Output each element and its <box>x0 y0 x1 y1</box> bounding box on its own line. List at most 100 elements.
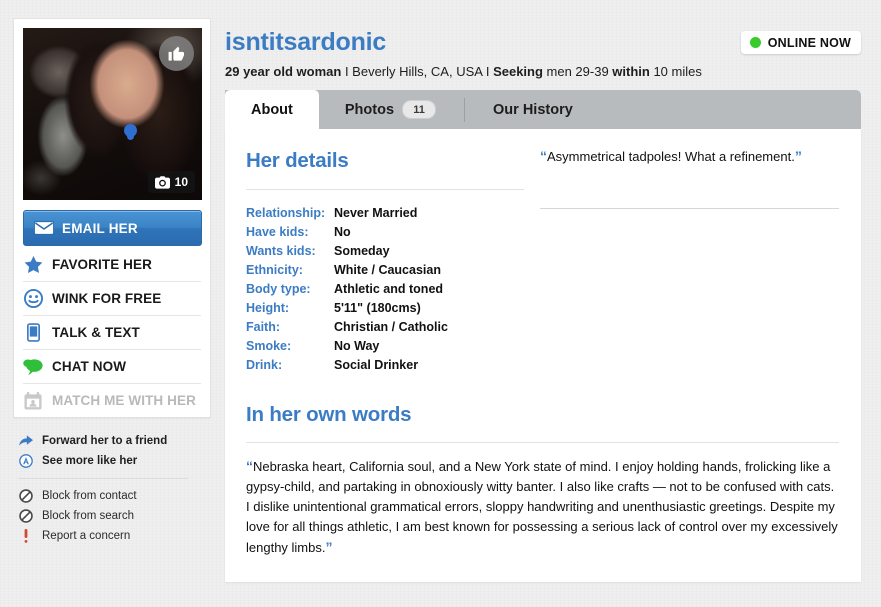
detail-row: Drink: Social Drinker <box>246 356 524 375</box>
sidebar-action-list: FAVORITE HER WINK FOR FREE TALK & TEXT C… <box>23 248 201 417</box>
detail-value: Someday <box>334 244 390 258</box>
subline-sep-2: I <box>482 64 494 79</box>
detail-row: Body type: Athletic and toned <box>246 280 524 299</box>
chat-bubble-icon <box>23 358 43 376</box>
detail-row: Have kids: No <box>246 223 524 242</box>
links-divider <box>18 478 188 479</box>
tab-about-label: About <box>251 101 293 118</box>
match-me-with-her-label: MATCH ME WITH HER <box>52 393 196 408</box>
photo-detail <box>124 124 137 137</box>
headline-quote-text: Asymmetrical tadpoles! What a refinement… <box>547 149 795 164</box>
star-icon <box>23 255 43 274</box>
online-dot-icon <box>749 37 761 48</box>
profile-sidebar: 10 EMAIL HER FAVORITE HER WINK FOR FREE … <box>13 18 211 546</box>
about-panel: Her details Relationship: Never Married … <box>225 129 861 582</box>
about-columns: Her details Relationship: Never Married … <box>246 143 839 375</box>
photo-count-badge[interactable]: 10 <box>147 171 195 193</box>
detail-row: Height: 5'11" (180cms) <box>246 299 524 318</box>
tab-about[interactable]: About <box>225 90 319 129</box>
block-from-contact-label: Block from contact <box>42 490 137 502</box>
block-icon <box>18 489 34 503</box>
headline-quote: “Asymmetrical tadpoles! What a refinemen… <box>540 143 839 166</box>
profile-photo[interactable]: 10 <box>23 28 202 200</box>
profile-subline: 29 year old woman I Beverly Hills, CA, U… <box>225 64 861 79</box>
thumbs-up-icon[interactable] <box>159 36 194 71</box>
detail-value: White / Caucasian <box>334 263 441 277</box>
detail-label: Drink: <box>246 358 283 372</box>
chat-now-label: CHAT NOW <box>52 359 127 374</box>
block-from-search-link[interactable]: Block from search <box>18 506 211 526</box>
talk-and-text-button[interactable]: TALK & TEXT <box>23 316 201 350</box>
bio-text: “Nebraska heart, California soul, and a … <box>246 456 839 558</box>
detail-value: No <box>334 225 351 239</box>
detail-value: Never Married <box>334 206 418 220</box>
camera-icon <box>154 175 170 189</box>
detail-label: Ethnicity: <box>246 263 303 277</box>
sidebar-card: 10 EMAIL HER FAVORITE HER WINK FOR FREE … <box>13 18 211 418</box>
phone-icon <box>23 323 43 342</box>
photo-count-text: 10 <box>174 175 188 189</box>
profile-location: Beverly Hills, CA, USA <box>352 64 483 79</box>
wink-face-icon <box>23 289 43 308</box>
tab-photos[interactable]: Photos 11 <box>319 90 462 129</box>
chat-now-button[interactable]: CHAT NOW <box>23 350 201 384</box>
her-details-column: Her details Relationship: Never Married … <box>246 143 524 375</box>
detail-label: Have kids: <box>246 225 309 239</box>
profile-header: isntitsardonic 29 year old woman I Bever… <box>225 18 861 90</box>
detail-label: Faith: <box>246 320 281 334</box>
details-list: Relationship: Never Married Have kids: N… <box>246 204 524 375</box>
block-icon <box>18 509 34 523</box>
close-quote: ” <box>794 148 802 164</box>
detail-label: Height: <box>246 301 290 315</box>
email-her-label: EMAIL HER <box>62 220 138 236</box>
profile-main: isntitsardonic 29 year old woman I Bever… <box>225 18 861 582</box>
seeking-label: Seeking <box>493 64 543 79</box>
detail-label: Relationship: <box>246 206 326 220</box>
headline-quote-column: “Asymmetrical tadpoles! What a refinemen… <box>524 143 839 375</box>
detail-label: Wants kids: <box>246 244 316 258</box>
detail-value: 5'11" (180cms) <box>334 301 421 315</box>
within-label: within <box>612 64 650 79</box>
favorite-her-button[interactable]: FAVORITE HER <box>23 248 201 282</box>
forward-arrow-icon <box>18 435 34 447</box>
detail-value: Athletic and toned <box>334 282 444 296</box>
open-quote: “ <box>246 458 253 474</box>
block-from-contact-link[interactable]: Block from contact <box>18 486 211 506</box>
tab-photos-count: 11 <box>402 100 437 119</box>
report-concern-label: Report a concern <box>42 530 131 542</box>
detail-row: Smoke: No Way <box>246 337 524 356</box>
tab-our-history[interactable]: Our History <box>467 90 599 129</box>
detail-row: Faith: Christian / Catholic <box>246 318 524 337</box>
email-her-button[interactable]: EMAIL HER <box>23 210 202 246</box>
open-quote: “ <box>540 148 547 164</box>
exclamation-icon <box>18 529 34 543</box>
detail-value: Christian / Catholic <box>334 320 448 334</box>
circle-a-icon <box>18 454 34 468</box>
wink-for-free-label: WINK FOR FREE <box>52 291 162 306</box>
tab-photos-label: Photos <box>344 101 395 118</box>
tab-divider <box>464 97 466 122</box>
forward-to-friend-label: Forward her to a friend <box>42 435 168 447</box>
profile-tabs: About Photos 11 Our History <box>225 90 861 129</box>
her-details-title: Her details <box>246 149 349 172</box>
within-value: 10 miles <box>649 64 702 79</box>
see-more-like-her-label: See more like her <box>42 455 138 467</box>
words-divider <box>246 442 839 443</box>
tab-our-history-label: Our History <box>493 101 573 118</box>
detail-row: Ethnicity: White / Caucasian <box>246 261 524 280</box>
online-status-label: ONLINE NOW <box>767 35 851 50</box>
details-divider <box>246 189 524 190</box>
detail-value: Social Drinker <box>334 358 419 372</box>
block-from-search-label: Block from search <box>42 510 135 522</box>
forward-to-friend-link[interactable]: Forward her to a friend <box>18 431 211 451</box>
seeking-value: men 29-39 <box>542 64 613 79</box>
close-quote: ” <box>325 539 333 555</box>
detail-value: No Way <box>334 339 380 353</box>
wink-for-free-button[interactable]: WINK FOR FREE <box>23 282 201 316</box>
report-concern-link[interactable]: Report a concern <box>18 526 211 546</box>
in-her-own-words-title: In her own words <box>246 403 412 426</box>
headline-divider <box>540 208 839 209</box>
see-more-like-her-link[interactable]: See more like her <box>18 451 211 471</box>
subline-sep-1: I <box>341 64 353 79</box>
detail-label: Smoke: <box>246 339 292 353</box>
